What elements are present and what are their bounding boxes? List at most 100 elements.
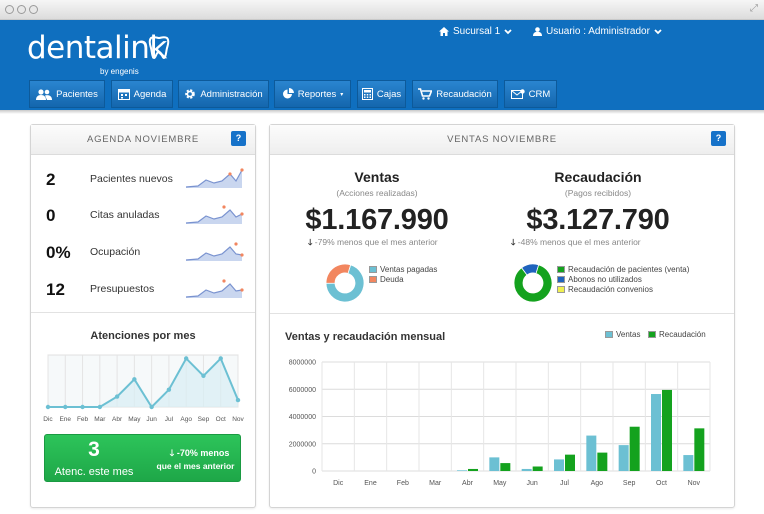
data-point [166, 387, 172, 392]
nav-label: Administración [200, 88, 263, 100]
bar-ventas [554, 459, 564, 471]
nav-recaudacion[interactable]: Recaudación [412, 80, 498, 108]
nav-agenda[interactable]: Agenda [111, 80, 173, 108]
atenciones-line-chart: Dic Ene Feb Mar Abr May Jun Jul Ago Sep Oct Nov [43, 354, 244, 423]
nav-cajas[interactable]: Cajas [357, 80, 406, 108]
data-point [183, 356, 189, 361]
close-window-button[interactable] [5, 5, 14, 14]
atenciones-count: 3 [88, 438, 100, 461]
down-arrow-icon: 🡓 [511, 237, 516, 247]
x-tick-label: Jun [527, 480, 538, 487]
bar-recaudacion [565, 454, 575, 471]
legend-item: Ventas [605, 330, 640, 339]
mail-icon [510, 88, 525, 99]
nav-crm[interactable]: CRM [504, 80, 557, 108]
x-tick-label: Oct [656, 480, 667, 487]
calendar-icon [117, 89, 130, 100]
data-point [97, 404, 103, 410]
legend-swatch [557, 286, 565, 293]
bar-recaudacion [629, 426, 640, 471]
agenda-help-button[interactable]: ? [231, 131, 246, 146]
ventas-help-button[interactable]: ? [711, 131, 726, 146]
nav-label: Agenda [133, 88, 167, 100]
x-tick-label: Nov [232, 416, 244, 423]
legend-swatch [557, 266, 565, 273]
x-tick-label: Ago [180, 416, 192, 423]
legend-label: Abonos no utilizados [568, 275, 642, 284]
legend-item: Ventas pagadas [369, 265, 437, 274]
bar-recaudacion [694, 428, 705, 471]
branch-label: Sucursal 1 [453, 26, 501, 37]
bar-recaudacion [532, 466, 543, 471]
data-point [114, 394, 120, 399]
sparkline [185, 168, 244, 188]
minimize-window-button[interactable] [17, 5, 26, 14]
bar-recaudacion [468, 468, 478, 471]
x-tick-label: Ago [591, 480, 604, 487]
delta-text: -70% menos [176, 448, 230, 458]
legend-label: Ventas pagadas [380, 265, 438, 274]
bar-ventas [618, 445, 629, 471]
recaudacion-donut-chart [513, 263, 553, 303]
window-titlebar: ⤢ [0, 0, 764, 20]
ventas-subheading: (Acciones realizadas) [336, 188, 418, 198]
ventas-delta: 🡓 -79% menos que el mes anterior [308, 237, 438, 251]
x-tick-label: Sep [623, 480, 636, 487]
x-tick-label: May [493, 480, 507, 487]
stat-value: 0 [46, 206, 56, 225]
y-tick-label: 4000000 [289, 414, 316, 421]
nav-pacientes[interactable]: Pacientes [29, 80, 105, 108]
bar-recaudacion [662, 389, 672, 471]
x-tick-label: May [128, 416, 141, 423]
x-tick-label: Jun [146, 416, 157, 423]
legend-swatch [648, 331, 656, 338]
ventas-title: VENTAS NOVIEMBRE [270, 125, 734, 155]
gear-icon [185, 89, 196, 99]
legend-item: Deuda [369, 275, 404, 284]
data-point [218, 356, 223, 361]
bar-ventas [457, 470, 467, 471]
x-tick-label: Jul [560, 480, 569, 487]
x-tick-label: Dic [333, 480, 344, 487]
nav-administracion[interactable]: Administración [178, 80, 269, 108]
recaudacion-amount: $3.127.790 [526, 204, 670, 236]
home-icon [439, 27, 449, 36]
y-tick-label: 2000000 [289, 441, 316, 448]
bar-ventas [683, 455, 694, 471]
bar-ventas [651, 394, 661, 471]
zoom-window-button[interactable] [29, 5, 38, 14]
down-arrow-icon: 🡓 [169, 448, 175, 458]
x-tick-label: Nov [688, 480, 701, 487]
atenciones-delta: 🡓 -70% menos [157, 446, 242, 462]
nav-reportes[interactable]: Reportes ▾ [274, 80, 351, 108]
y-tick-label: 8000000 [289, 360, 316, 367]
stat-label: Pacientes nuevos [90, 173, 173, 185]
user-menu[interactable]: Usuario : Administrador [533, 26, 662, 37]
header-shadow [0, 110, 764, 114]
chevron-down-icon [504, 28, 512, 34]
x-tick-label: Ene [59, 416, 71, 423]
down-arrow-icon: 🡓 [308, 237, 313, 247]
sparkline [185, 205, 244, 224]
chevron-down-icon: ▾ [340, 91, 344, 98]
atenciones-summary[interactable]: 3 Atenc. este mes 🡓 -70% menos que el me… [44, 434, 241, 482]
stat-value: 2 [46, 170, 56, 189]
legend-swatch [369, 266, 377, 273]
data-point [235, 397, 241, 403]
agenda-title: AGENDA NOVIEMBRE [31, 125, 255, 155]
legend-swatch [369, 276, 377, 283]
bar-recaudacion [597, 452, 608, 471]
x-tick-label: Sep [198, 416, 210, 423]
fullscreen-icon[interactable]: ⤢ [750, 3, 758, 14]
x-tick-label: Jul [165, 416, 174, 423]
x-tick-label: Oct [216, 416, 226, 423]
stat-value: 12 [46, 280, 65, 299]
delta-text: -48% menos que el mes anterior [517, 237, 641, 247]
app-header: dentalink by engenis Sucursal 1 Usuario … [0, 20, 764, 110]
branch-selector[interactable]: Sucursal 1 [439, 26, 512, 37]
monthly-chart-title: Ventas y recaudación mensual [285, 331, 446, 343]
x-tick-label: Dic [43, 416, 53, 423]
sparkline [185, 279, 244, 298]
stat-label: Ocupación [90, 246, 141, 258]
bar-ventas [521, 468, 532, 471]
